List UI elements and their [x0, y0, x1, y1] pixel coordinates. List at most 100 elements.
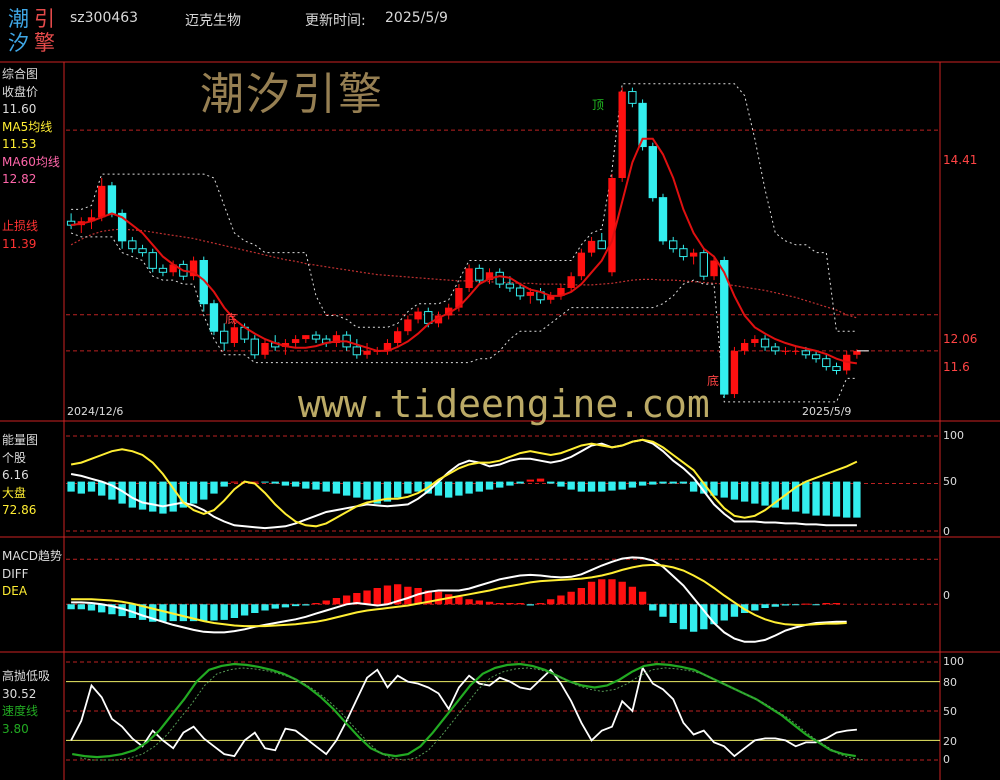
candle-body-down: [220, 330, 229, 344]
macd-tick-0: 0: [943, 589, 950, 602]
macd-bar: [516, 603, 524, 605]
energy-bar: [332, 481, 341, 494]
candle-body-down: [158, 267, 168, 273]
osc-tick-100: 100: [943, 655, 964, 668]
top-marker: 顶: [592, 98, 605, 112]
candle-body-up: [414, 311, 422, 320]
macd-bar: [649, 604, 657, 611]
macd-bar: [465, 599, 473, 605]
energy-bar: [496, 481, 504, 488]
candle-body-down: [648, 146, 657, 199]
energy-bar: [363, 481, 371, 500]
close-value: 11.60: [2, 102, 37, 116]
candle-body-up: [608, 178, 616, 273]
macd-bar: [475, 600, 483, 605]
macd-bar: [832, 603, 841, 605]
energy-bar: [475, 481, 483, 492]
energy-bar: [730, 481, 739, 500]
energy-bar: [342, 481, 351, 496]
dea-label: DEA: [2, 584, 28, 598]
macd-panel-legend: MACD趋势 DIFF DEA: [2, 548, 62, 601]
energy-bar: [87, 481, 96, 492]
osc-value: 30.52: [2, 686, 37, 701]
macd-bar: [373, 588, 381, 605]
energy-bar: [526, 479, 535, 482]
candle-body-up: [302, 335, 310, 340]
candle-body-up: [261, 343, 269, 355]
candle-body-down: [811, 354, 821, 360]
energy-bar: [618, 481, 626, 490]
candle-body-up: [587, 240, 596, 253]
macd-bar: [526, 604, 535, 606]
macd-bar: [77, 604, 85, 610]
dea-line: [71, 563, 847, 628]
macd-bar: [200, 604, 208, 622]
candle-body-up: [751, 339, 759, 343]
candle-body-down: [771, 346, 780, 352]
market-energy-value: 72.86: [2, 503, 37, 517]
macd-bar: [322, 600, 330, 605]
candle-body-down: [679, 248, 688, 258]
stock-energy-value: 6.16: [2, 468, 29, 482]
macd-bar: [812, 604, 820, 606]
macd-bar: [179, 604, 188, 622]
energy-tick-0: 0: [943, 525, 950, 538]
candle-body-down: [209, 303, 219, 332]
macd-bar: [659, 604, 667, 617]
energy-panel-title: 能量图: [2, 433, 39, 447]
macd-bar: [577, 588, 586, 605]
osc-panel-legend: 高抛低吸 30.52 速度线 3.80: [2, 668, 50, 738]
candle-body-up: [710, 260, 718, 277]
macd-bar: [230, 604, 239, 618]
energy-bar: [128, 481, 137, 508]
candle-body-down: [801, 350, 811, 356]
candle-body-down: [107, 185, 117, 214]
energy-bar: [220, 481, 228, 487]
macd-bar: [210, 604, 218, 621]
main-panel-legend: 综合图 收盘价 11.60 MA5均线 11.53 MA60均线 12.82: [2, 66, 60, 189]
energy-bar: [230, 481, 239, 483]
osc-tick-50: 50: [943, 705, 957, 718]
macd-bar: [506, 603, 514, 605]
macd-bar: [608, 579, 616, 605]
date-start-label: 2024/12/6: [67, 405, 124, 418]
macd-bar: [240, 604, 249, 616]
stop-legend: 止损线 11.39: [2, 218, 38, 253]
energy-tick-50: 50: [943, 475, 957, 488]
energy-bar: [761, 481, 769, 506]
candle-body-up: [230, 327, 239, 343]
osc-tick-20: 20: [943, 735, 957, 748]
speed-label: 速度线: [2, 704, 39, 718]
macd-bar: [638, 591, 647, 605]
ma60-label: MA60均线: [2, 154, 60, 169]
macd-bar: [618, 581, 626, 605]
energy-bar: [485, 481, 494, 490]
candle-body-up: [98, 185, 106, 218]
diff-label: DIFF: [2, 566, 29, 581]
energy-bar: [291, 481, 300, 487]
macd-bar: [536, 603, 545, 605]
energy-bar: [720, 481, 728, 498]
macd-bar: [567, 591, 575, 605]
candle-body-down: [699, 252, 708, 277]
candle-body-down: [515, 287, 525, 297]
energy-bar: [149, 481, 157, 512]
macd-bar: [291, 604, 300, 607]
stop-value: 11.39: [2, 236, 37, 251]
macd-bar: [802, 603, 810, 605]
energy-bar: [832, 481, 841, 517]
bottom-marker-1: 底: [225, 312, 238, 326]
candle-body-up: [740, 343, 749, 351]
energy-bar: [353, 481, 361, 498]
energy-bar: [628, 481, 637, 488]
ma5-value: 11.53: [2, 137, 37, 151]
energy-bar: [312, 481, 320, 490]
energy-bar: [751, 481, 759, 504]
energy-bar: [802, 481, 810, 514]
candle-body-up: [291, 339, 300, 343]
macd-bar: [404, 586, 412, 605]
upper-band-line: [71, 83, 857, 332]
macd-bar: [822, 603, 830, 605]
energy-bar: [281, 481, 290, 486]
energy-bar: [689, 481, 698, 492]
